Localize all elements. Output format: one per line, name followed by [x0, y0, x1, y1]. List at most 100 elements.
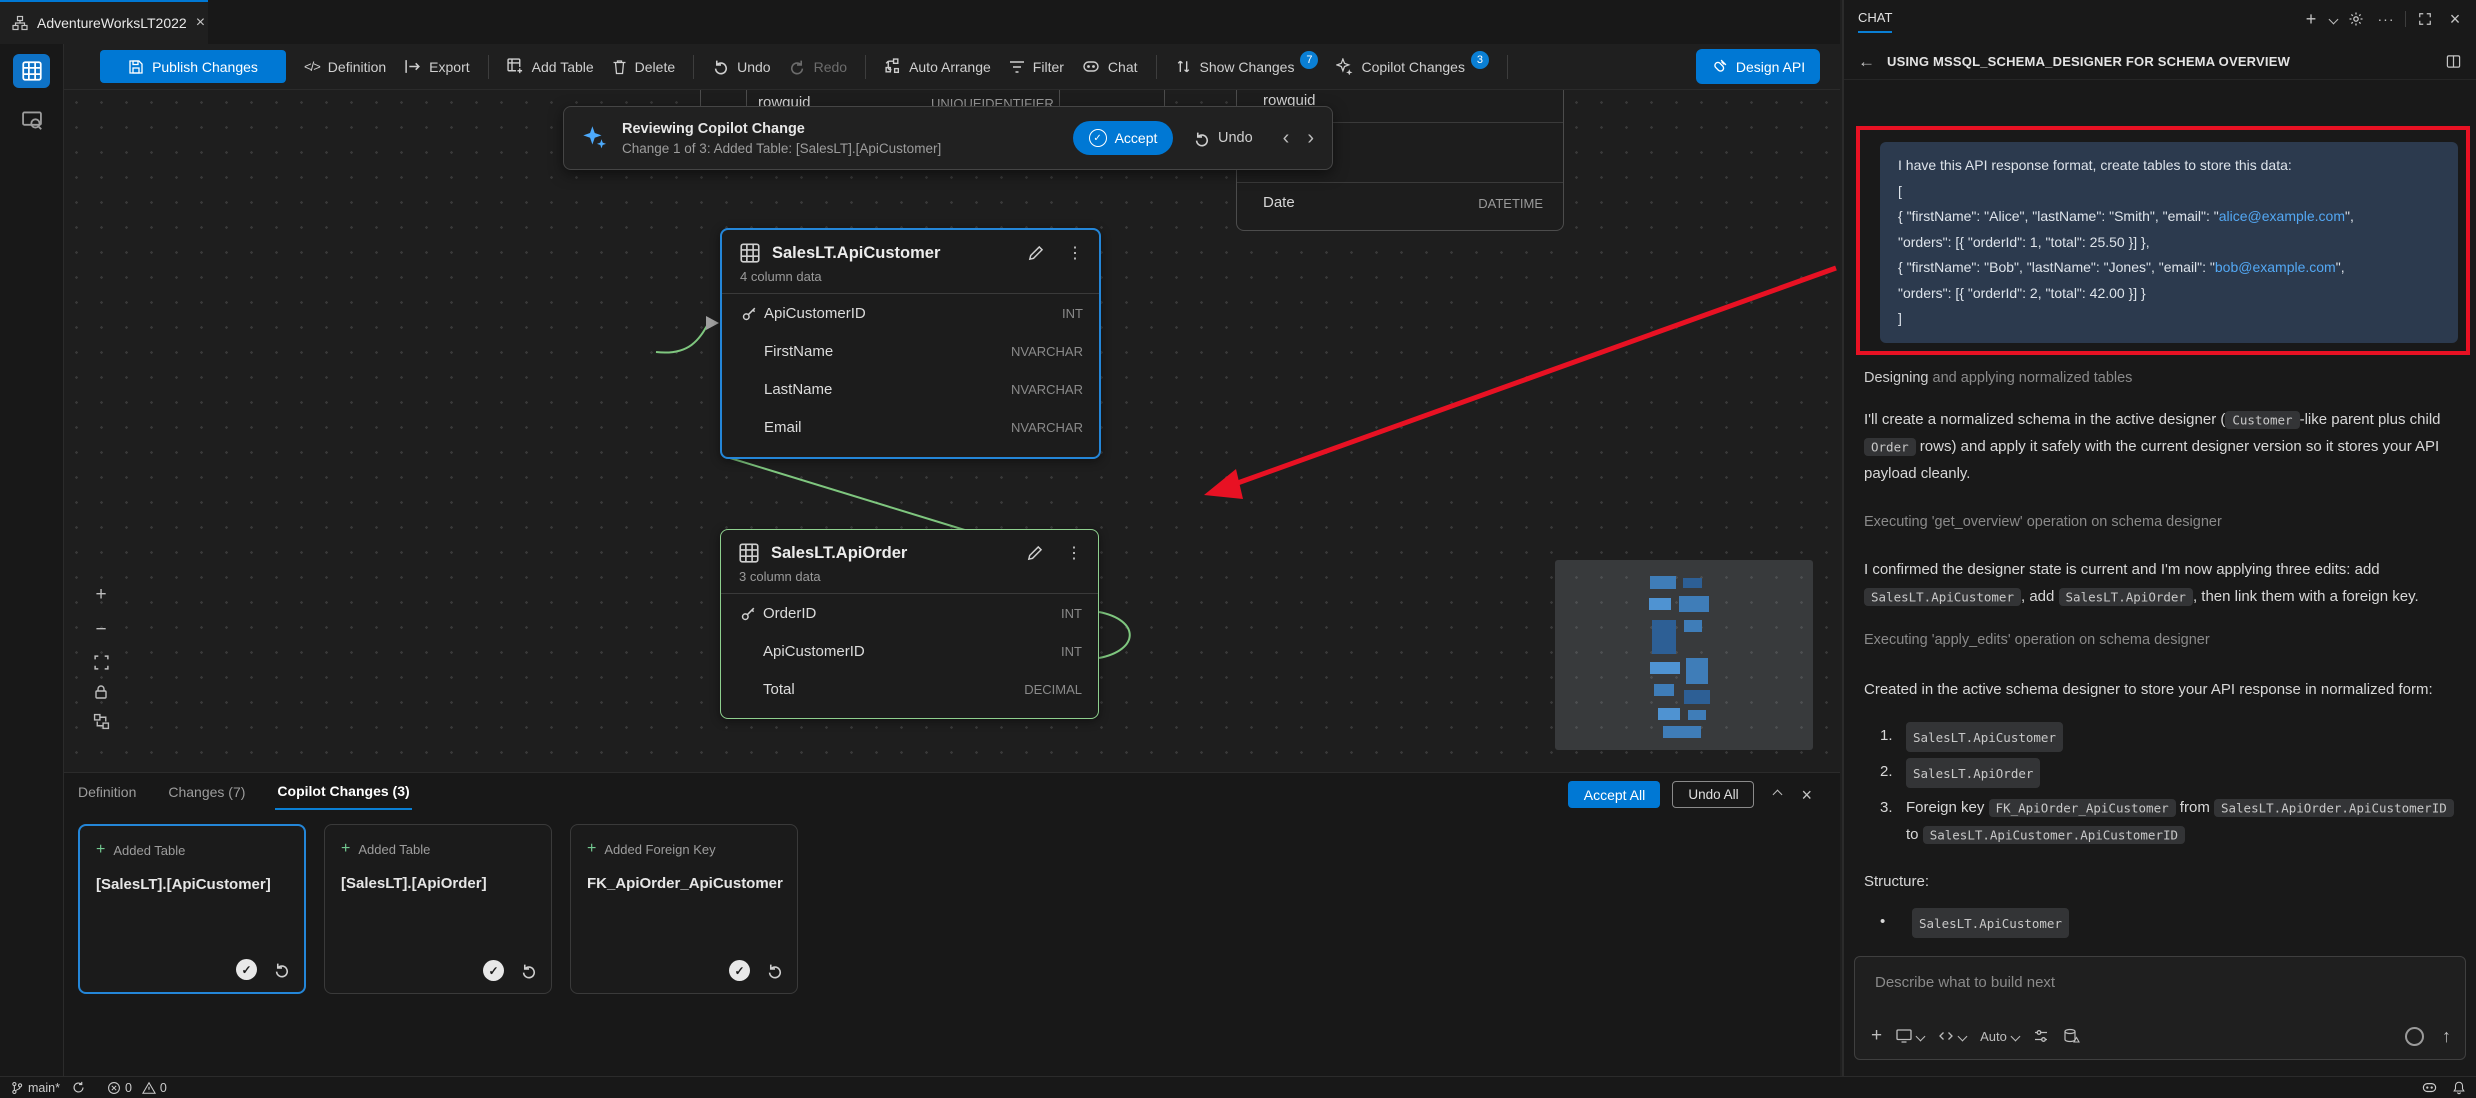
code-mode-icon	[1938, 1028, 1954, 1044]
undo-change-button[interactable]: Undo	[1193, 130, 1253, 147]
database-context-button[interactable]	[2063, 1028, 2080, 1044]
table-row[interactable]: FirstName NVARCHAR	[722, 332, 1099, 370]
show-changes-button[interactable]: Show Changes 7	[1175, 58, 1319, 76]
chat-input-box[interactable]: + Auto	[1854, 956, 2466, 1060]
collapse-panel-icon[interactable]	[1773, 790, 1783, 800]
close-panel-icon[interactable]: ×	[2444, 8, 2466, 30]
filter-icon	[1009, 60, 1025, 74]
add-table-button[interactable]: Add Table	[507, 58, 594, 75]
previous-change-button[interactable]: ‹	[1283, 127, 1290, 150]
problems-indicator[interactable]: 0 0	[107, 1081, 167, 1095]
more-actions-icon[interactable]: ···	[2375, 8, 2397, 30]
table-row[interactable]: ApiCustomerID INT	[721, 632, 1098, 670]
edit-table-icon[interactable]	[1026, 544, 1044, 562]
accept-card-button[interactable]: ✓	[236, 959, 257, 980]
change-object-name: [SalesLT].[ApiCustomer]	[96, 876, 304, 893]
fit-view-button[interactable]	[93, 654, 110, 671]
chat-panel: CHAT + ··· × ← USING MSSQL_SCHEMA_DESIGN…	[1842, 0, 2476, 1076]
table-menu-icon[interactable]: ⋮	[1066, 543, 1082, 563]
mode-selector-button[interactable]	[1938, 1028, 1966, 1044]
attach-context-button[interactable]: +	[1871, 1025, 1882, 1047]
branch-indicator[interactable]: main*	[10, 1081, 60, 1095]
canvas-controls: + −	[88, 584, 114, 730]
filter-button[interactable]: Filter	[1009, 59, 1064, 75]
settings-gear-icon[interactable]	[2345, 8, 2367, 30]
table-row[interactable]: Email NVARCHAR	[722, 408, 1099, 446]
toolbar-separator	[693, 55, 694, 79]
screen-context-button[interactable]	[1896, 1029, 1924, 1043]
toolbar-separator	[865, 55, 866, 79]
auto-layout-button[interactable]	[93, 713, 110, 730]
auto-arrange-button[interactable]: Auto Arrange	[884, 58, 991, 75]
close-panel-icon[interactable]: ×	[1801, 786, 1812, 804]
notifications-bell-icon[interactable]	[2452, 1080, 2466, 1095]
schema-designer-view-button[interactable]	[13, 54, 50, 88]
tab-definition[interactable]: Definition	[76, 775, 138, 809]
open-in-editor-icon[interactable]	[2442, 51, 2464, 73]
definition-button[interactable]: </> Definition	[304, 59, 386, 75]
export-icon	[404, 59, 421, 74]
maximize-panel-icon[interactable]	[2414, 8, 2436, 30]
accept-card-button[interactable]: ✓	[729, 960, 750, 981]
table-menu-icon[interactable]: ⋮	[1067, 243, 1083, 263]
accept-change-button[interactable]: ✓ Accept	[1073, 121, 1173, 155]
undo-card-button[interactable]	[766, 962, 783, 979]
tab-changes[interactable]: Changes (7)	[166, 775, 247, 809]
table-node-apicustomer[interactable]: SalesLT.ApiCustomer ⋮ 4 column data ApiC…	[720, 228, 1101, 459]
row-divider	[1237, 182, 1563, 183]
close-tab-icon[interactable]: ×	[196, 15, 205, 31]
new-chat-button[interactable]: +	[2300, 8, 2322, 30]
undo-button[interactable]: Undo	[712, 58, 770, 75]
undo-card-button[interactable]	[520, 962, 537, 979]
accept-all-button[interactable]: Accept All	[1568, 781, 1660, 808]
delete-button[interactable]: Delete	[612, 59, 675, 75]
publish-changes-button[interactable]: Publish Changes	[100, 50, 286, 83]
inline-code: Customer	[2225, 411, 2299, 429]
tools-button[interactable]	[2033, 1028, 2049, 1044]
table-row[interactable]: LastName NVARCHAR	[722, 370, 1099, 408]
tab-adventureworks[interactable]: AdventureWorksLT2022 ×	[0, 0, 208, 44]
accept-card-button[interactable]: ✓	[483, 960, 504, 981]
changes-panel: Definition Changes (7) Copilot Changes (…	[64, 772, 1840, 1077]
zoom-out-button[interactable]: −	[95, 619, 106, 641]
chat-button[interactable]: Chat	[1082, 59, 1138, 75]
status-line: Executing 'get_overview' operation on sc…	[1864, 514, 2222, 530]
lock-button[interactable]	[93, 684, 109, 700]
model-selector-button[interactable]: Auto	[1980, 1029, 2019, 1044]
table-node-apiorder[interactable]: SalesLT.ApiOrder ⋮ 3 column data OrderID…	[720, 529, 1099, 719]
copilot-changes-button[interactable]: Copilot Changes 3	[1336, 58, 1489, 76]
change-card-foreignkey[interactable]: +Added Foreign Key FK_ApiOrder_ApiCustom…	[570, 824, 798, 994]
sync-button[interactable]	[72, 1081, 85, 1094]
column-name: ApiCustomerID	[763, 643, 1061, 660]
email-link[interactable]: alice@example.com	[2219, 208, 2345, 224]
copilot-status-icon[interactable]	[2421, 1081, 2438, 1095]
added-icon: +	[341, 841, 350, 857]
tab-copilot-changes[interactable]: Copilot Changes (3)	[275, 774, 411, 810]
zoom-in-button[interactable]: +	[95, 584, 106, 606]
new-chat-dropdown-icon[interactable]	[2329, 14, 2339, 24]
table-row[interactable]: OrderID INT	[721, 594, 1098, 632]
undo-card-button[interactable]	[273, 961, 290, 978]
column-type: DATETIME	[1478, 196, 1543, 211]
chat-input[interactable]	[1873, 973, 2317, 992]
edit-table-icon[interactable]	[1027, 244, 1045, 262]
design-api-button[interactable]: Design API	[1696, 49, 1820, 84]
toolbar-separator	[1156, 55, 1157, 79]
redo-button[interactable]: Redo	[789, 58, 847, 75]
send-button[interactable]: ↑	[2442, 1026, 2451, 1047]
table-row[interactable]: ApiCustomerID INT	[722, 294, 1099, 332]
table-row[interactable]: Total DECIMAL	[721, 670, 1098, 708]
email-link[interactable]: bob@example.com	[2215, 259, 2336, 275]
undo-all-button[interactable]: Undo All	[1672, 781, 1754, 808]
minimap[interactable]	[1555, 560, 1813, 750]
next-change-button[interactable]: ›	[1307, 127, 1314, 150]
back-icon[interactable]: ←	[1858, 52, 1875, 72]
change-object-name: [SalesLT].[ApiOrder]	[341, 875, 551, 892]
schema-explorer-view-button[interactable]	[18, 106, 46, 134]
grid-icon	[22, 61, 42, 81]
column-type: NVARCHAR	[1011, 420, 1083, 435]
change-card-apiorder[interactable]: +Added Table [SalesLT].[ApiOrder] ✓	[324, 824, 552, 994]
chat-panel-tab[interactable]: CHAT	[1858, 10, 1892, 33]
export-button[interactable]: Export	[404, 59, 469, 75]
change-card-apicustomer[interactable]: +Added Table [SalesLT].[ApiCustomer] ✓	[78, 824, 306, 994]
